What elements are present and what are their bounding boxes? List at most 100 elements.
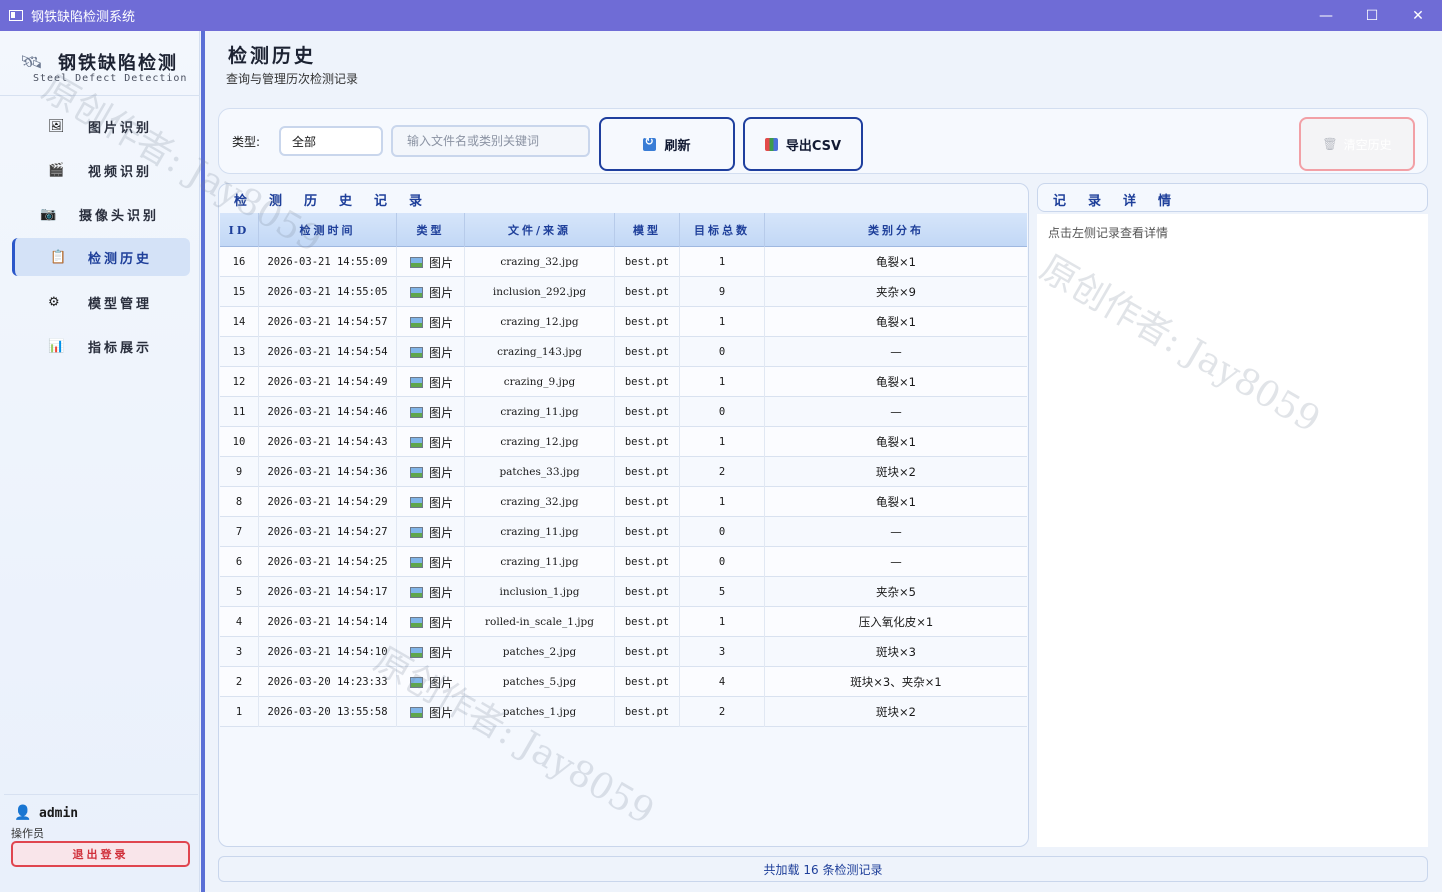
detail-hint: 点击左侧记录查看详情: [1048, 226, 1169, 240]
table-row[interactable]: 11 2026-03-21 14:54:46 图片 crazing_11.jpg bes…: [220, 397, 1027, 427]
sidebar-item-label: 视频识别: [88, 164, 153, 180]
column-header-distribution[interactable]: 类别分布: [765, 213, 1027, 247]
table-row[interactable]: 7 2026-03-21 14:54:27 图片 crazing_11.jpg best…: [220, 517, 1027, 547]
cell-total: 1: [680, 607, 765, 637]
table-row[interactable]: 8 2026-03-21 14:54:29 图片 crazing_32.jpg best…: [220, 487, 1027, 517]
cell-type: 图片: [397, 307, 465, 337]
cell-source: rolled-in_scale_1.jpg: [465, 607, 615, 637]
cell-total: 9: [680, 277, 765, 307]
type-filter-select[interactable]: 全部: [279, 126, 383, 156]
cell-distribution: 龟裂×1: [876, 315, 916, 329]
column-header-type[interactable]: 类型: [397, 213, 465, 247]
table-row[interactable]: 16 2026-03-21 14:55:09 图片 crazing_32.jpg bes…: [220, 247, 1027, 277]
column-header-time[interactable]: 检测时间: [259, 213, 397, 247]
table-row[interactable]: 1 2026-03-20 13:55:58 图片 patches_1.jpg best.…: [220, 697, 1027, 727]
sidebar-item-camera-recognition[interactable]: 📷 摄像头识别: [12, 195, 190, 233]
cell-type-label: 图片: [429, 435, 454, 450]
close-button[interactable]: ✕: [1395, 0, 1441, 31]
cell-distribution: 压入氧化皮×1: [858, 615, 934, 629]
cell-model: best.pt: [615, 697, 680, 727]
cell-source: crazing_9.jpg: [465, 367, 615, 397]
table-row[interactable]: 3 2026-03-21 14:54:10 图片 patches_2.jpg best.…: [220, 637, 1027, 667]
cell-source: crazing_143.jpg: [465, 337, 615, 367]
bar-chart-icon: 📊: [48, 338, 65, 354]
table-row[interactable]: 12 2026-03-21 14:54:49 图片 crazing_9.jpg best…: [220, 367, 1027, 397]
column-header-id[interactable]: ID: [220, 213, 259, 247]
table-row[interactable]: 4 2026-03-21 14:54:14 图片 rolled-in_scale_1.…: [220, 607, 1027, 637]
sidebar-item-label: 摄像头识别: [79, 208, 160, 224]
image-icon: [410, 676, 423, 688]
video-icon: 🎬: [48, 162, 65, 178]
cell-type: 图片: [397, 277, 465, 307]
cell-total: 5: [680, 577, 765, 607]
cell-type: 图片: [397, 397, 465, 427]
column-header-model[interactable]: 模型: [615, 213, 680, 247]
cell-source: crazing_12.jpg: [465, 307, 615, 337]
cell-distribution: 斑块×3、夹杂×1: [850, 675, 942, 689]
cell-distribution: 龟裂×1: [876, 375, 916, 389]
sidebar-item-label: 模型管理: [88, 296, 153, 312]
cell-total: 2: [680, 457, 765, 487]
detail-title: 记录详情: [1053, 194, 1194, 209]
cell-distribution: —: [890, 525, 902, 539]
logout-button[interactable]: 退出登录: [11, 841, 190, 867]
cell-model: best.pt: [615, 367, 680, 397]
cell-total: 0: [680, 337, 765, 367]
refresh-button[interactable]: 刷新: [599, 117, 735, 171]
column-header-source[interactable]: 文件/来源: [465, 213, 615, 247]
cell-total: 0: [680, 517, 765, 547]
window-title: 钢铁缺陷检测系统: [31, 10, 136, 25]
table-row[interactable]: 2 2026-03-20 14:23:33 图片 patches_5.jpg best.…: [220, 667, 1027, 697]
search-input[interactable]: [391, 125, 590, 157]
table-row[interactable]: 5 2026-03-21 14:54:17 图片 inclusion_1.jpg bes…: [220, 577, 1027, 607]
cell-source: inclusion_1.jpg: [465, 577, 615, 607]
column-header-total[interactable]: 目标总数: [680, 213, 765, 247]
cell-type: 图片: [397, 367, 465, 397]
sidebar-item-model-management[interactable]: ⚙ 模型管理: [12, 283, 190, 321]
cell-id: 10: [220, 427, 259, 457]
cell-id: 13: [220, 337, 259, 367]
cell-distribution: 斑块×2: [876, 705, 916, 719]
title-bar: 钢铁缺陷检测系统: [0, 0, 1442, 31]
image-icon: [410, 586, 423, 598]
sidebar-item-metrics[interactable]: 📊 指标展示: [12, 327, 190, 365]
sidebar-item-label: 指标展示: [88, 340, 153, 356]
user-name: admin: [39, 806, 79, 821]
sidebar-item-history[interactable]: 📋 检测历史: [12, 238, 190, 276]
cell-id: 11: [220, 397, 259, 427]
clipboard-icon: 📋: [50, 249, 67, 265]
maximize-button[interactable]: ☐: [1349, 0, 1395, 31]
sidebar-item-video-recognition[interactable]: 🎬 视频识别: [12, 151, 190, 189]
cell-type-label: 图片: [429, 375, 454, 390]
cell-id: 2: [220, 667, 259, 697]
table-row[interactable]: 13 2026-03-21 14:54:54 图片 crazing_143.jpg be…: [220, 337, 1027, 367]
sidebar-splitter[interactable]: [201, 31, 205, 892]
table-row[interactable]: 6 2026-03-21 14:54:25 图片 crazing_11.jpg best…: [220, 547, 1027, 577]
cell-time: 2026-03-21 14:55:05: [259, 277, 397, 307]
table-row[interactable]: 9 2026-03-21 14:54:36 图片 patches_33.jpg best…: [220, 457, 1027, 487]
cell-total: 0: [680, 397, 765, 427]
cell-distribution: 斑块×3: [876, 645, 916, 659]
sidebar-item-image-recognition[interactable]: 🖼 图片识别: [12, 107, 190, 145]
cell-source: crazing_11.jpg: [465, 517, 615, 547]
table-row[interactable]: 14 2026-03-21 14:54:57 图片 crazing_12.jpg bes…: [220, 307, 1027, 337]
cell-distribution: 斑块×2: [876, 465, 916, 479]
cell-type-label: 图片: [429, 285, 454, 300]
cell-time: 2026-03-21 14:54:27: [259, 517, 397, 547]
image-icon: [410, 436, 423, 448]
cell-model: best.pt: [615, 667, 680, 697]
minimize-button[interactable]: —: [1303, 0, 1349, 31]
clear-history-button[interactable]: 🗑 清空历史: [1299, 117, 1415, 171]
export-csv-button[interactable]: 导出CSV: [743, 117, 863, 171]
cell-type: 图片: [397, 487, 465, 517]
cell-type-label: 图片: [429, 255, 454, 270]
cell-type-label: 图片: [429, 585, 454, 600]
cell-id: 8: [220, 487, 259, 517]
table-row[interactable]: 10 2026-03-21 14:54:43 图片 crazing_12.jpg bes…: [220, 427, 1027, 457]
image-icon: [410, 316, 423, 328]
table-row[interactable]: 15 2026-03-21 14:55:05 图片 inclusion_292.jpg…: [220, 277, 1027, 307]
cell-id: 16: [220, 247, 259, 277]
refresh-label: 刷新: [664, 138, 691, 154]
cell-id: 12: [220, 367, 259, 397]
cell-distribution: 龟裂×1: [876, 255, 916, 269]
